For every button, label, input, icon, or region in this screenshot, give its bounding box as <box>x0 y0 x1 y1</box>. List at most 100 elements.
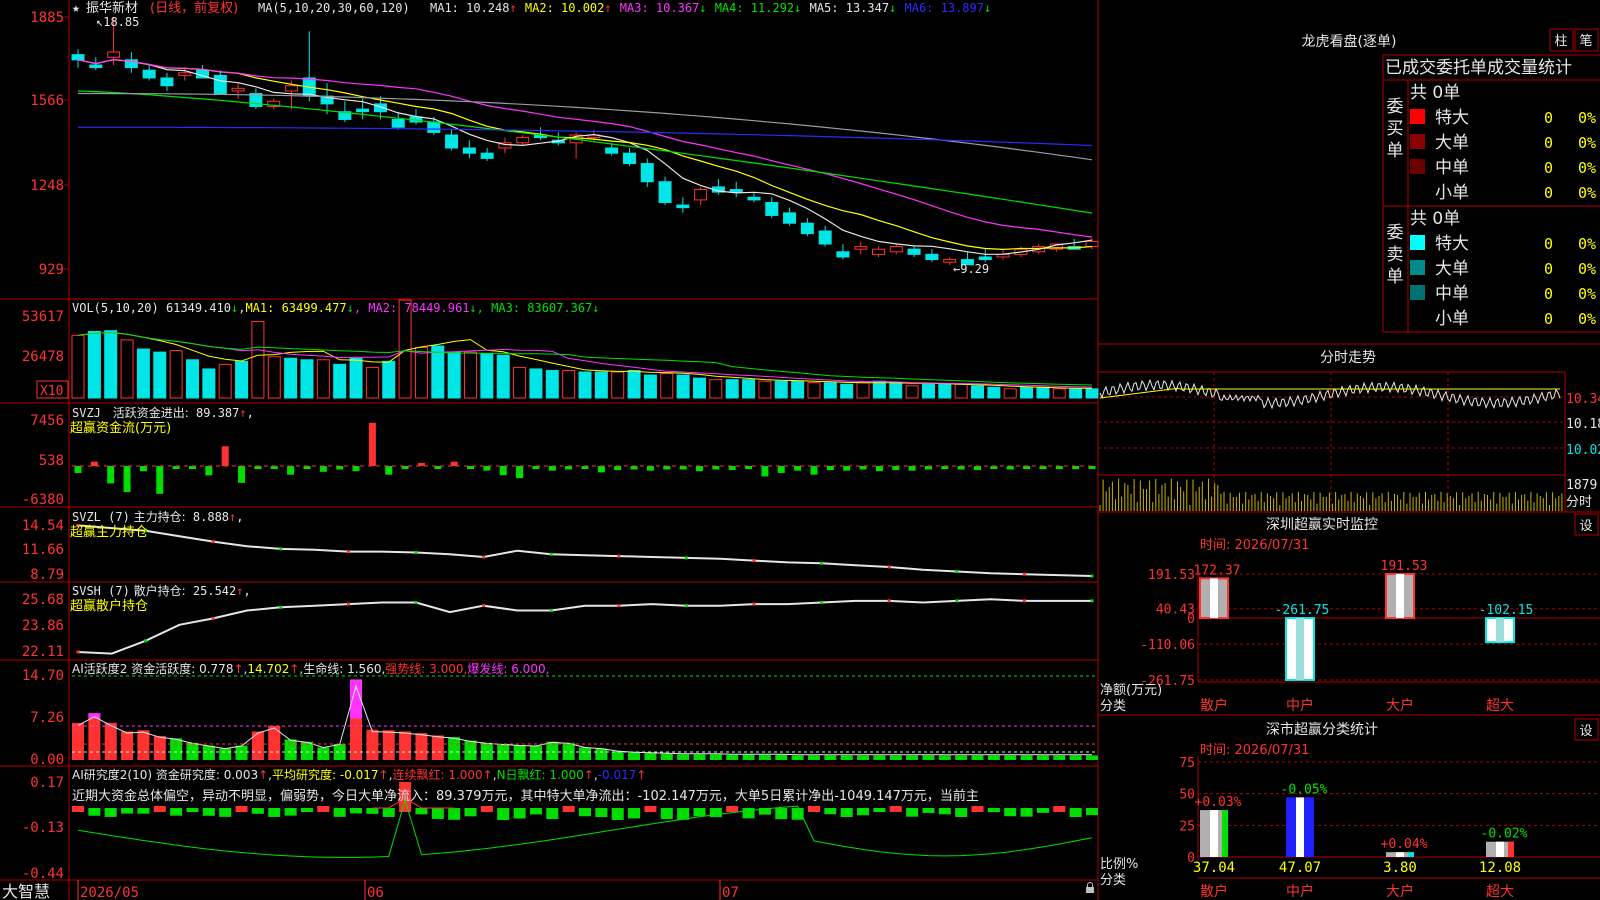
lhb-row-label: 特大 <box>1435 108 1469 128</box>
ai2-header: AI活跃度2 资金活跃度: 0.778↑,14.702↑,生命线: 1.560,… <box>72 661 549 676</box>
svzj-bar <box>1006 466 1014 470</box>
ai-activity-bar <box>562 742 575 760</box>
candle-body <box>622 152 636 165</box>
svzj-bar <box>221 446 229 466</box>
svzj-bar <box>614 466 622 471</box>
ai-research-bar <box>202 808 215 816</box>
stats-bar-highlight <box>1296 797 1304 857</box>
ai-activity-bar <box>742 754 755 760</box>
lhb-swatch <box>1410 134 1425 149</box>
ai-research-bar <box>284 808 297 816</box>
svzj-bar <box>924 466 932 470</box>
ai-research-bar <box>88 808 101 816</box>
ai-research-bar <box>579 808 591 817</box>
svzj-bar <box>499 466 507 476</box>
volume-bar <box>840 383 854 399</box>
air-value1: 0.003 <box>224 768 258 782</box>
ai-research-bar <box>1086 808 1098 816</box>
vol-ma3: 83607.367 <box>527 301 592 315</box>
ma-legend-item: MA6: 13.897↓ <box>905 1 992 15</box>
volume-bar <box>431 345 445 399</box>
ai-activity-bar <box>251 731 264 760</box>
intraday-tick: 10.34 <box>1566 392 1600 407</box>
candle-body <box>284 85 298 92</box>
ai2-value5: 6.000 <box>511 662 545 676</box>
ai-research-bar <box>513 808 526 819</box>
lhb-header: 已成交委托单成交量统计 <box>1385 58 1572 78</box>
ai-activity-bar <box>873 755 886 760</box>
svsh-line-path <box>77 598 1092 655</box>
volume-bar <box>284 357 298 399</box>
candle-body <box>71 54 85 61</box>
vol-ma2: 78449.961 <box>404 301 469 315</box>
ai2-label1: 资金活跃度: <box>131 661 195 676</box>
ai-activity-bar <box>186 742 199 760</box>
fund-comment: 近期大资金总体偏空，异动不明显，偏弱势，今日大单净流入：89.379万元，其中特… <box>72 788 979 804</box>
lhb-row-label: 中单 <box>1435 158 1469 178</box>
ai-activity-bar <box>366 729 379 760</box>
svzl-tick: 14.54 <box>22 518 64 534</box>
lhb-row-pct: 0% <box>1578 310 1596 328</box>
ai-activity-bar <box>660 753 673 760</box>
volume-bar <box>316 359 330 399</box>
svzj-bar <box>663 466 671 470</box>
ai-activity-bar <box>104 722 117 760</box>
ma-line <box>78 92 1093 161</box>
volume-bar <box>529 368 543 399</box>
ai-research-bar <box>824 808 837 815</box>
ai-activity-bar <box>840 755 853 760</box>
ai-activity-bar <box>1053 755 1066 760</box>
volume-bar <box>807 382 821 399</box>
stats-tick: 25 <box>1179 819 1195 834</box>
ma-legend-item: MA2: 10.002↑ <box>525 1 612 15</box>
intraday-grid <box>1098 371 1566 512</box>
svzj-bar <box>826 466 834 471</box>
svzl-line-path <box>77 524 1093 577</box>
ai2-label3: 生命线: <box>303 661 343 676</box>
svsh-line-path-marker <box>414 600 418 604</box>
svzl-arrow: ↑ <box>229 510 236 524</box>
svzj-bar <box>974 466 982 471</box>
svzj-bar <box>319 466 327 472</box>
ai-research-bar <box>251 808 264 814</box>
volume-bar <box>725 379 739 399</box>
candle-body <box>213 74 227 95</box>
lhb-row-count: 0 <box>1544 260 1553 278</box>
ai-research-bar <box>987 808 1000 812</box>
candle-body <box>765 201 779 216</box>
ma-line <box>77 58 1093 251</box>
ai-research-bar <box>431 808 444 819</box>
ma-line <box>78 126 1093 147</box>
svsh-line-path-marker <box>887 599 891 603</box>
svsh-line-path-marker <box>346 602 350 606</box>
ai-activity-bar <box>693 754 706 760</box>
volume-bar <box>202 368 216 399</box>
ai-research-bar <box>938 808 951 815</box>
volume-bar <box>676 374 690 399</box>
svzj-bar <box>156 466 164 494</box>
svzj-tick: -6380 <box>22 492 64 508</box>
stats-value-label: 12.08 <box>1479 860 1521 876</box>
candle-body <box>872 248 886 255</box>
volume-bar <box>692 377 706 399</box>
candle-body <box>854 246 868 250</box>
ai-activity-bar <box>611 751 624 760</box>
svsh-tick: 22.11 <box>22 644 64 660</box>
price-tick: 1885 <box>30 10 64 26</box>
svsh-line-path-marker <box>211 616 215 620</box>
air-label2: 平均研究度: <box>272 767 336 782</box>
svzj-bar <box>107 466 115 484</box>
date-label: 2026/05 <box>80 885 139 900</box>
ai-research-bar <box>595 808 608 818</box>
stats-settings-label: 设 <box>1579 724 1592 739</box>
ai-research-bar <box>300 808 313 812</box>
ai-research-bar <box>677 808 690 820</box>
svzj-bar <box>843 466 851 471</box>
candle-body <box>445 134 459 149</box>
svzj-bar <box>368 422 376 466</box>
ai-research-bar <box>333 808 346 817</box>
ai-research-bar <box>562 806 575 812</box>
panel-borders <box>0 0 1600 900</box>
volume-bar <box>1003 388 1017 399</box>
svzl-axis: 14.54 11.66 8.79 <box>22 518 64 583</box>
